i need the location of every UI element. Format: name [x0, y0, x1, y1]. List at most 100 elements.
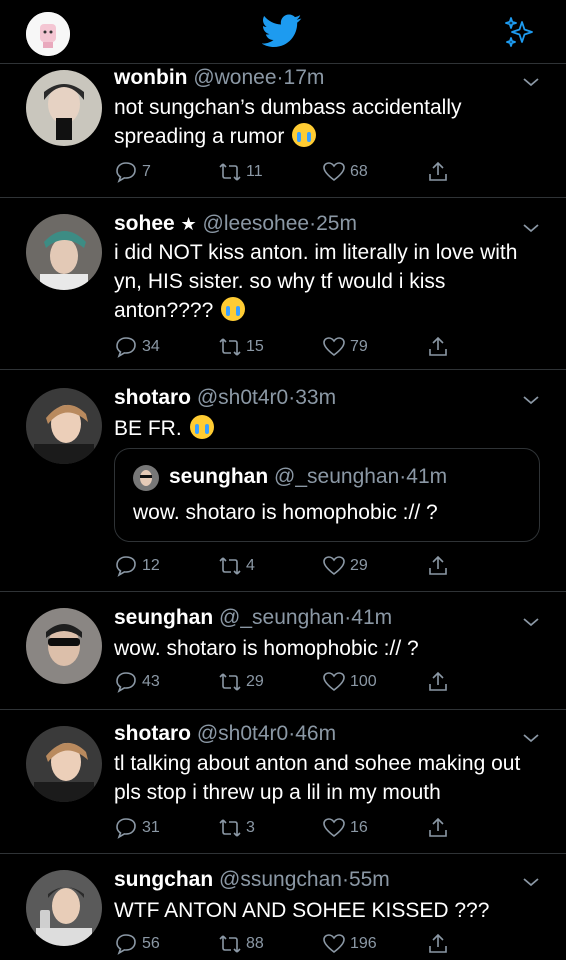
timestamp[interactable]: 41m: [351, 606, 392, 629]
twitter-bird-icon[interactable]: [262, 14, 302, 48]
reply-count: 7: [142, 163, 151, 180]
tweet-actions: 31 3 16: [114, 816, 544, 844]
tweet-actions: 34 15 79: [114, 335, 544, 363]
share-icon: [429, 933, 447, 953]
reply-count: 56: [142, 935, 160, 952]
crying-emoji-icon: [221, 297, 246, 321]
display-name[interactable]: shotaro: [114, 386, 191, 409]
tweet-text-wrap: tl talking about anton and sohee making …: [114, 749, 544, 807]
avatar[interactable]: [26, 870, 102, 946]
display-name[interactable]: sohee: [114, 212, 175, 235]
like-button[interactable]: 196: [322, 932, 377, 956]
heart-icon: [323, 556, 345, 576]
retweet-button[interactable]: 3: [218, 816, 255, 840]
share-button[interactable]: [426, 160, 450, 184]
tweet-text: tl talking about anton and sohee making …: [114, 752, 521, 804]
chevron-down-icon[interactable]: [522, 76, 540, 88]
handle[interactable]: @wonee: [193, 66, 276, 89]
like-button[interactable]: 29: [322, 554, 368, 578]
retweet-count: 29: [246, 673, 264, 690]
timestamp[interactable]: 33m: [295, 386, 336, 409]
heart-icon: [323, 162, 345, 182]
share-button[interactable]: [426, 554, 450, 578]
display-name[interactable]: sungchan: [114, 868, 213, 891]
like-button[interactable]: 16: [322, 816, 368, 840]
handle[interactable]: @ssungchan: [219, 868, 342, 891]
quote-header: seunghan @_seunghan·41m: [169, 465, 447, 489]
tweet[interactable]: seunghan @_seunghan·41m wow. shotaro is …: [0, 592, 566, 710]
share-button[interactable]: [426, 932, 450, 956]
like-button[interactable]: 100: [322, 670, 377, 694]
chevron-down-icon[interactable]: [522, 616, 540, 628]
chevron-down-icon[interactable]: [522, 876, 540, 888]
reply-button[interactable]: 12: [114, 554, 160, 578]
profile-avatar[interactable]: [26, 12, 70, 56]
display-name[interactable]: shotaro: [114, 722, 191, 745]
quote-display-name: seunghan: [169, 465, 269, 488]
quote-text: wow. shotaro is homophobic :// ?: [133, 501, 438, 524]
avatar[interactable]: [26, 726, 102, 802]
reply-button[interactable]: 7: [114, 160, 151, 184]
tweet-actions: 56 88 196: [114, 932, 544, 960]
tweet-text: BE FR.: [114, 417, 182, 440]
avatar[interactable]: [26, 70, 102, 146]
retweet-count: 3: [246, 819, 255, 836]
tweet-actions: 7 11 68: [114, 160, 544, 188]
retweet-count: 4: [246, 557, 255, 574]
tweet[interactable]: sungchan @ssungchan·55m WTF ANTON AND SO…: [0, 854, 566, 960]
reply-button[interactable]: 31: [114, 816, 160, 840]
like-button[interactable]: 68: [322, 160, 368, 184]
retweet-button[interactable]: 29: [218, 670, 264, 694]
crying-emoji-icon: [292, 123, 317, 147]
timestamp[interactable]: 17m: [284, 66, 325, 89]
tweet[interactable]: wonbin @wonee·17m not sungchan’s dumbass…: [0, 64, 566, 198]
tweet-header: sohee ★ @leesohee·25m: [114, 212, 357, 236]
like-count: 29: [350, 557, 368, 574]
quote-timestamp: 41m: [406, 465, 448, 488]
share-icon: [429, 336, 447, 356]
tweet-text: wow. shotaro is homophobic :// ?: [114, 637, 419, 660]
like-count: 100: [350, 673, 377, 690]
retweet-icon: [219, 338, 241, 356]
quote-tweet[interactable]: seunghan @_seunghan·41m wow. shotaro is …: [114, 448, 540, 542]
handle[interactable]: @_seunghan: [219, 606, 344, 629]
tweet[interactable]: shotaro @sh0t4r0·33m BE FR. seunghan @_s…: [0, 370, 566, 592]
tweet[interactable]: sohee ★ @leesohee·25m i did NOT kiss ant…: [0, 198, 566, 370]
display-name[interactable]: seunghan: [114, 606, 213, 629]
sparkle-icon[interactable]: [502, 14, 538, 50]
tweet-header: seunghan @_seunghan·41m: [114, 606, 392, 630]
chevron-down-icon[interactable]: [522, 394, 540, 406]
avatar[interactable]: [26, 608, 102, 684]
avatar[interactable]: [26, 388, 102, 464]
share-button[interactable]: [426, 335, 450, 359]
share-button[interactable]: [426, 670, 450, 694]
reply-count: 34: [142, 338, 160, 355]
tweet[interactable]: shotaro @sh0t4r0·46m tl talking about an…: [0, 710, 566, 854]
share-button[interactable]: [426, 816, 450, 840]
handle[interactable]: @sh0t4r0: [197, 386, 288, 409]
chevron-down-icon[interactable]: [522, 732, 540, 744]
reply-button[interactable]: 34: [114, 335, 160, 359]
tweet-header: shotaro @sh0t4r0·33m: [114, 386, 336, 410]
handle[interactable]: @sh0t4r0: [197, 722, 288, 745]
avatar[interactable]: [26, 214, 102, 290]
tweet-text-wrap: wow. shotaro is homophobic :// ?: [114, 634, 544, 663]
reply-button[interactable]: 43: [114, 670, 160, 694]
retweet-button[interactable]: 11: [218, 160, 263, 184]
like-button[interactable]: 79: [322, 335, 368, 359]
retweet-icon: [219, 557, 241, 575]
chevron-down-icon[interactable]: [522, 222, 540, 234]
tweet-text: WTF ANTON AND SOHEE KISSED ???: [114, 899, 490, 922]
timestamp[interactable]: 25m: [316, 212, 357, 235]
retweet-button[interactable]: 88: [218, 932, 264, 956]
handle[interactable]: @leesohee: [203, 212, 310, 235]
retweet-button[interactable]: 4: [218, 554, 255, 578]
tweet-text: i did NOT kiss anton. im literally in lo…: [114, 241, 518, 322]
display-name[interactable]: wonbin: [114, 66, 187, 89]
timestamp[interactable]: 55m: [349, 868, 390, 891]
retweet-button[interactable]: 15: [218, 335, 264, 359]
tweet-actions: 12 4 29: [114, 554, 544, 582]
timestamp[interactable]: 46m: [295, 722, 336, 745]
reply-button[interactable]: 56: [114, 932, 160, 956]
top-bar: [0, 0, 566, 64]
